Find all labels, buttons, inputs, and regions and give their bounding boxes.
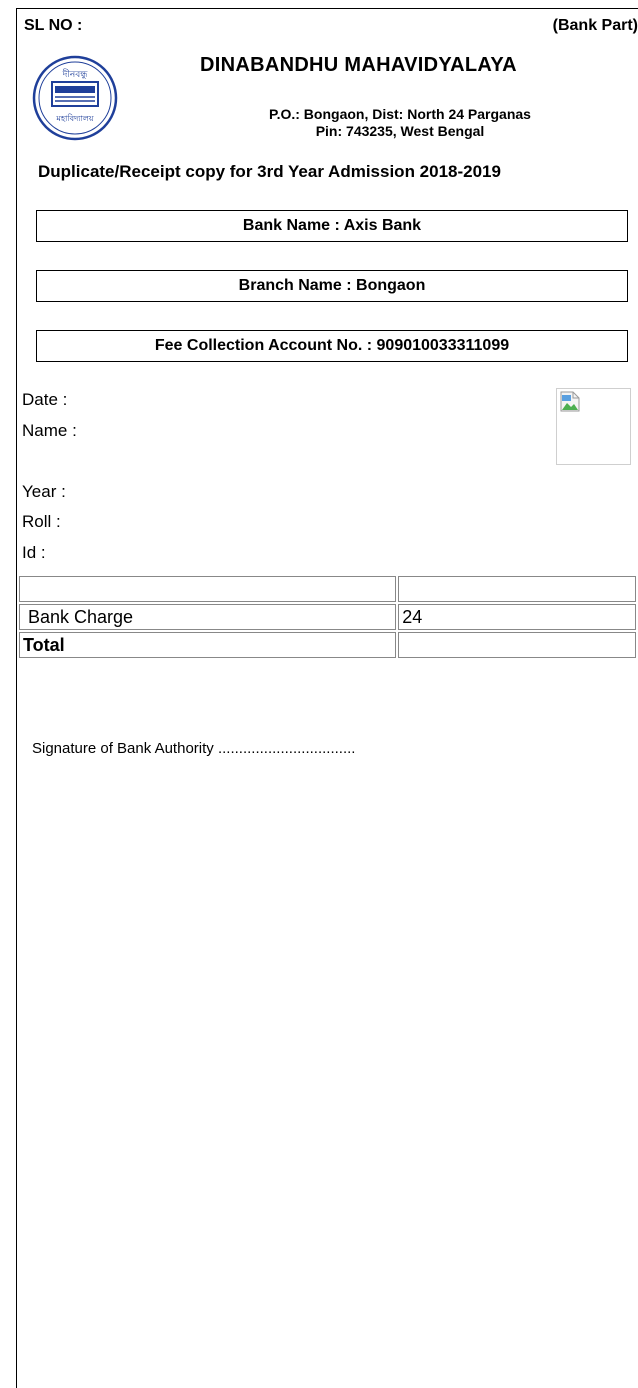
logo-top-text: দীনবন্ধু	[62, 68, 89, 80]
bank-name-box: Bank Name : Axis Bank	[36, 210, 628, 242]
college-logo: দীনবন্ধু মহাবিদ্যালয়	[32, 55, 118, 141]
receipt-title: Duplicate/Receipt copy for 3rd Year Admi…	[38, 162, 501, 181]
branch-name-box: Branch Name : Bongaon	[36, 270, 628, 302]
bank-part-label: (Bank Part)	[552, 17, 638, 34]
table-row: Total	[19, 632, 636, 658]
bank-charge-amount: 24	[398, 604, 636, 630]
fee-amount-cell	[398, 576, 636, 602]
table-row: Bank Charge 24	[19, 604, 636, 630]
bank-charge-label: Bank Charge	[19, 604, 397, 630]
year-label: Year :	[22, 482, 66, 501]
table-row	[19, 576, 636, 602]
roll-label: Roll :	[22, 512, 61, 531]
broken-image-icon	[560, 391, 580, 412]
sl-no-label: SL NO :	[24, 17, 83, 34]
fee-table: Bank Charge 24 Total	[17, 574, 638, 660]
address-line-2: Pin: 743235, West Bengal	[315, 123, 485, 139]
student-photo	[556, 388, 631, 465]
id-label: Id :	[22, 543, 46, 562]
bank-signature-line: Signature of Bank Authority ............…	[32, 740, 356, 757]
total-label: Total	[19, 632, 397, 658]
college-name: DINABANDHU MAHAVIDYALAYA	[200, 54, 517, 76]
fee-label-cell	[19, 576, 397, 602]
date-label: Date :	[22, 390, 68, 409]
name-label: Name :	[22, 421, 77, 440]
college-address: P.O.: Bongaon, Dist: North 24 Parganas P…	[200, 106, 600, 140]
logo-bottom-text: মহাবিদ্যালয়	[55, 114, 94, 123]
total-amount	[398, 632, 636, 658]
address-line-1: P.O.: Bongaon, Dist: North 24 Parganas	[269, 106, 531, 122]
account-no-box: Fee Collection Account No. : 90901003331…	[36, 330, 628, 362]
